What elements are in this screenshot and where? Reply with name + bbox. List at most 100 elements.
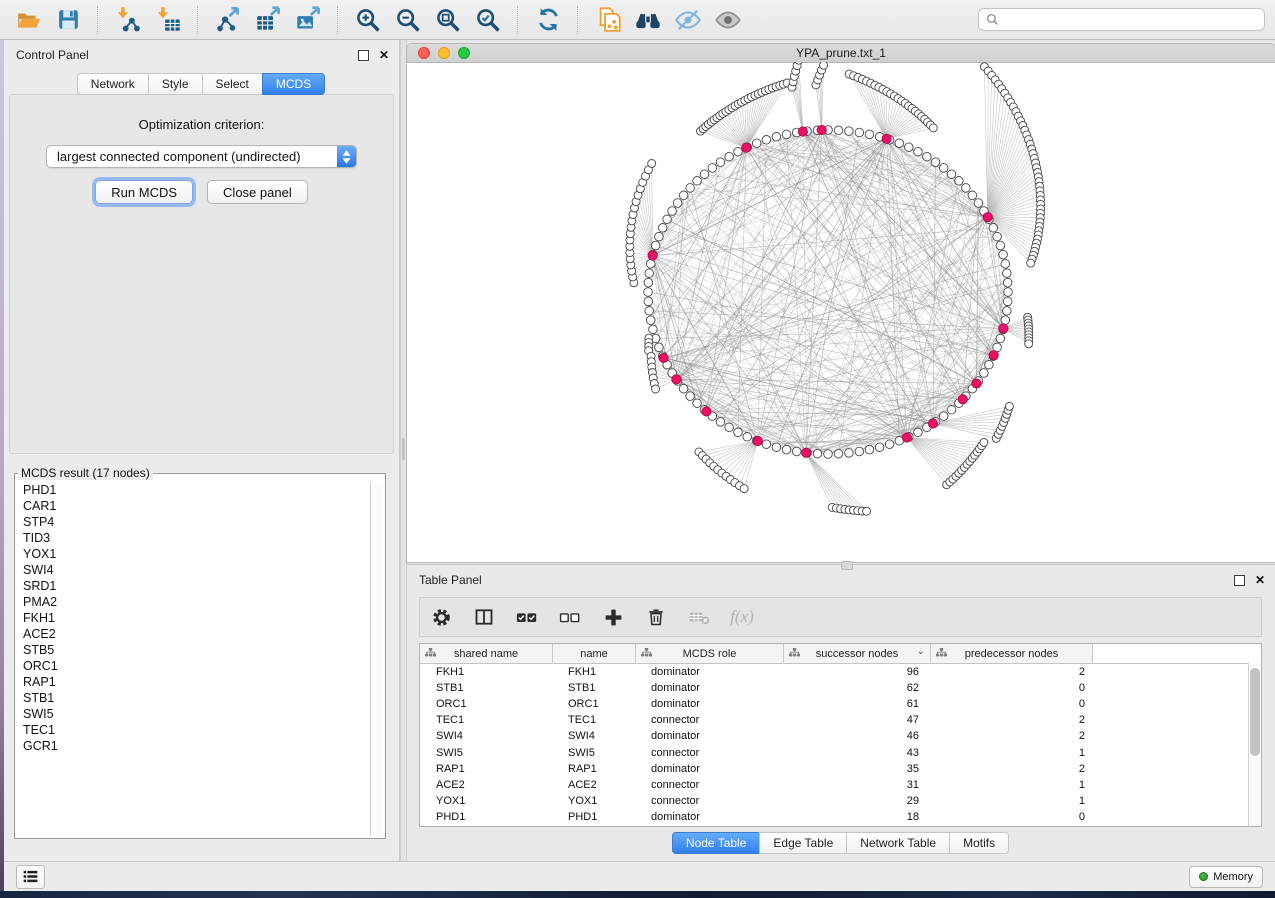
- zoom-selected-button[interactable]: [470, 4, 506, 36]
- column-header-name[interactable]: name: [553, 644, 636, 663]
- export-image-button[interactable]: [290, 4, 326, 36]
- cell: 31: [784, 779, 931, 791]
- cell: SWI4: [420, 730, 553, 742]
- table-row[interactable]: SWI5SWI5connector431: [420, 744, 1261, 760]
- tab-motifs[interactable]: Motifs: [949, 832, 1009, 854]
- checked-boxes-icon: [516, 606, 538, 628]
- close-panel-button[interactable]: Close panel: [207, 180, 308, 204]
- mcds-node-item[interactable]: PMA2: [16, 594, 370, 610]
- table-scrollbar[interactable]: [1248, 663, 1261, 826]
- close-panel-icon[interactable]: ✕: [1255, 574, 1265, 586]
- mcds-node-item[interactable]: SWI4: [16, 562, 370, 578]
- zoom-out-button[interactable]: [390, 4, 426, 36]
- column-header-shared-name[interactable]: shared name: [420, 644, 553, 663]
- cell: ORC1: [420, 698, 553, 710]
- open-file-button[interactable]: [10, 4, 46, 36]
- column-header-predecessor-nodes[interactable]: predecessor nodes: [931, 644, 1093, 663]
- cell: dominator: [636, 698, 784, 710]
- mcds-node-item[interactable]: CAR1: [16, 498, 370, 514]
- hide-unselected-button[interactable]: [670, 4, 706, 36]
- mcds-result-list: PHD1CAR1STP4TID3YOX1SWI4SRD1PMA2FKH1ACE2…: [16, 482, 370, 836]
- show-all-button[interactable]: [710, 4, 746, 36]
- mcds-node-item[interactable]: RAP1: [16, 674, 370, 690]
- mcds-node-item[interactable]: STP4: [16, 514, 370, 530]
- table-settings-button[interactable]: [428, 604, 454, 630]
- zoom-in-button[interactable]: [350, 4, 386, 36]
- mcds-node-item[interactable]: STB1: [16, 690, 370, 706]
- task-history-button[interactable]: [16, 865, 45, 889]
- mcds-node-item[interactable]: GCR1: [16, 738, 370, 754]
- mcds-node-item[interactable]: STB5: [16, 642, 370, 658]
- tab-select[interactable]: Select: [202, 73, 263, 95]
- search-network-button[interactable]: [630, 4, 666, 36]
- delete-column-button[interactable]: [643, 604, 669, 630]
- import-table-button[interactable]: [150, 4, 186, 36]
- panel-splitter[interactable]: [400, 40, 407, 861]
- mcds-list-scrollbar[interactable]: [370, 482, 383, 836]
- mcds-node-item[interactable]: ORC1: [16, 658, 370, 674]
- mcds-node-item[interactable]: FKH1: [16, 610, 370, 626]
- network-window-titlebar[interactable]: YPA_prune.txt_1: [407, 44, 1275, 63]
- select-all-button[interactable]: [514, 604, 540, 630]
- window-close-icon[interactable]: [418, 47, 430, 59]
- scrollbar-thumb[interactable]: [1250, 668, 1260, 756]
- table-row[interactable]: ACE2ACE2connector311: [420, 777, 1261, 793]
- network-canvas[interactable]: [407, 62, 1275, 562]
- column-header-successor-nodes[interactable]: successor nodes⌄: [784, 644, 931, 663]
- memory-button[interactable]: Memory: [1189, 866, 1263, 888]
- cell: 47: [784, 714, 931, 726]
- table-row[interactable]: SWI4SWI4dominator462: [420, 728, 1261, 744]
- tab-mcds[interactable]: MCDS: [262, 73, 325, 95]
- table-row[interactable]: STB1STB1dominator620: [420, 680, 1261, 696]
- table-row[interactable]: YOX1YOX1connector291: [420, 793, 1261, 809]
- export-network-icon: [215, 6, 242, 33]
- table-row[interactable]: RAP1RAP1dominator352: [420, 761, 1261, 777]
- tab-node-table[interactable]: Node Table: [672, 832, 761, 854]
- copy-network-button[interactable]: [590, 4, 626, 36]
- table-row[interactable]: ORC1ORC1dominator610: [420, 696, 1261, 712]
- mcds-node-item[interactable]: TID3: [16, 530, 370, 546]
- mcds-node-item[interactable]: SRD1: [16, 578, 370, 594]
- network-search-box[interactable]: [978, 8, 1265, 31]
- export-network-button[interactable]: [210, 4, 246, 36]
- search-input[interactable]: [1004, 12, 1257, 28]
- column-header-MCDS-role[interactable]: MCDS role: [636, 644, 784, 663]
- table-row[interactable]: TEC1TEC1connector472: [420, 712, 1261, 728]
- zoom-fit-button[interactable]: [430, 4, 466, 36]
- cell: 0: [931, 698, 1093, 710]
- deselect-all-button[interactable]: [557, 604, 583, 630]
- float-panel-icon[interactable]: [358, 50, 369, 61]
- table-row[interactable]: FKH1FKH1dominator962: [420, 664, 1261, 680]
- tab-network-table[interactable]: Network Table: [846, 832, 950, 854]
- window-zoom-icon[interactable]: [458, 47, 470, 59]
- run-mcds-button[interactable]: Run MCDS: [95, 180, 193, 204]
- table-row[interactable]: PHD1PHD1dominator180: [420, 809, 1261, 825]
- mcds-node-item[interactable]: ACE2: [16, 626, 370, 642]
- import-network-button[interactable]: [110, 4, 146, 36]
- criterion-select[interactable]: largest connected component (undirected): [46, 145, 357, 168]
- refresh-view-button[interactable]: [530, 4, 566, 36]
- copy-document-icon: [595, 6, 622, 33]
- toggle-column-button[interactable]: [471, 604, 497, 630]
- mcds-node-item[interactable]: PHD1: [16, 482, 370, 498]
- tab-edge-table[interactable]: Edge Table: [759, 832, 847, 854]
- close-panel-icon[interactable]: ✕: [379, 49, 389, 61]
- window-minimize-icon[interactable]: [438, 47, 450, 59]
- mcds-node-item[interactable]: SWI5: [16, 706, 370, 722]
- splitter-grip[interactable]: [402, 438, 405, 460]
- save-session-button[interactable]: [50, 4, 86, 36]
- plus-icon: [603, 607, 624, 628]
- mcds-node-item[interactable]: YOX1: [16, 546, 370, 562]
- tab-style[interactable]: Style: [148, 73, 203, 95]
- cell: connector: [636, 779, 784, 791]
- float-panel-icon[interactable]: [1234, 575, 1245, 586]
- table-body: FKH1FKH1dominator962STB1STB1dominator620…: [420, 664, 1261, 825]
- mcds-node-item[interactable]: TEC1: [16, 722, 370, 738]
- cell: dominator: [636, 682, 784, 694]
- trash-icon: [646, 607, 666, 627]
- add-column-button[interactable]: [600, 604, 626, 630]
- export-table-button[interactable]: [250, 4, 286, 36]
- cell: dominator: [636, 666, 784, 678]
- cell: connector: [636, 747, 784, 759]
- tab-network[interactable]: Network: [77, 73, 149, 95]
